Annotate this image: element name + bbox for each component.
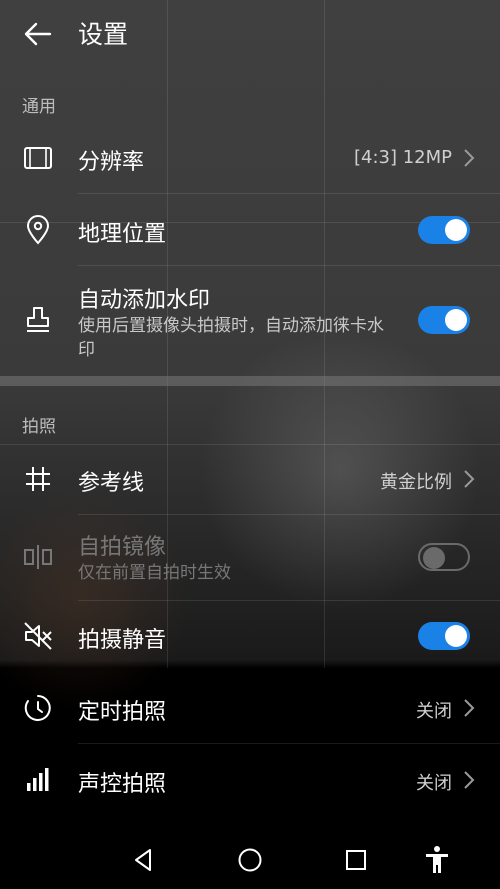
setting-description: 使用后置摄像头拍摄时，自动添加徕卡水印 — [78, 316, 384, 360]
mute-toggle[interactable] — [418, 622, 470, 650]
setting-label: 声控拍照 — [78, 772, 167, 797]
setting-label: 地理位置 — [78, 222, 167, 247]
back-arrow-icon[interactable] — [22, 18, 54, 50]
setting-row-watermark[interactable]: 自动添加水印 使用后置摄像头拍摄时，自动添加徕卡水印 — [0, 266, 500, 376]
stamp-icon — [22, 304, 54, 336]
mirror-icon — [22, 541, 54, 573]
chevron-right-icon — [462, 468, 476, 490]
setting-row-gridlines[interactable]: 参考线 黄金比例 — [0, 443, 500, 515]
app-header: 设置 — [0, 0, 500, 70]
location-pin-icon — [22, 214, 54, 246]
setting-row-resolution[interactable]: 分辨率 [4:3] 12MP — [0, 122, 500, 194]
setting-value: [4:3] 12MP — [353, 147, 452, 168]
setting-label: 拍摄静音 — [78, 628, 167, 653]
nav-back-triangle-icon[interactable] — [127, 844, 159, 876]
location-toggle[interactable] — [418, 216, 470, 244]
section-header-photo: 拍照 — [22, 417, 56, 437]
speaker-mute-icon — [22, 620, 54, 652]
grid-hash-icon — [22, 463, 54, 495]
setting-value: 关闭 — [416, 773, 452, 794]
setting-value: 关闭 — [416, 701, 452, 722]
setting-label: 参考线 — [78, 471, 145, 496]
setting-description: 仅在前置自拍时生效 — [78, 563, 231, 583]
setting-value: 黄金比例 — [380, 472, 452, 493]
section-header-general: 通用 — [22, 97, 56, 117]
system-navigation-bar — [0, 830, 500, 889]
toggle-knob — [423, 547, 445, 569]
setting-label: 自拍镜像 — [78, 535, 167, 560]
setting-row-timer[interactable]: 定时拍照 关闭 — [0, 672, 500, 744]
setting-row-voice[interactable]: 声控拍照 关闭 — [0, 744, 500, 816]
signal-bars-icon — [22, 764, 54, 796]
mirror-toggle[interactable] — [418, 543, 470, 571]
setting-row-mirror[interactable]: 自拍镜像 仅在前置自拍时生效 — [0, 515, 500, 601]
setting-label: 自动添加水印 — [78, 288, 211, 313]
watermark-toggle[interactable] — [418, 306, 470, 334]
section-separator — [0, 376, 500, 386]
chevron-right-icon — [462, 697, 476, 719]
resolution-icon — [22, 142, 54, 174]
timer-icon — [22, 692, 54, 724]
nav-home-circle-icon[interactable] — [234, 844, 266, 876]
chevron-right-icon — [462, 769, 476, 791]
chevron-right-icon — [462, 147, 476, 169]
toggle-knob — [445, 625, 467, 647]
setting-label: 定时拍照 — [78, 700, 167, 725]
setting-row-mute[interactable]: 拍摄静音 — [0, 601, 500, 671]
setting-row-location[interactable]: 地理位置 — [0, 194, 500, 266]
toggle-knob — [445, 219, 467, 241]
nav-recents-square-icon[interactable] — [340, 844, 372, 876]
page-title: 设置 — [78, 20, 129, 49]
toggle-knob — [445, 309, 467, 331]
accessibility-icon[interactable] — [421, 844, 453, 876]
setting-label: 分辨率 — [78, 150, 145, 175]
